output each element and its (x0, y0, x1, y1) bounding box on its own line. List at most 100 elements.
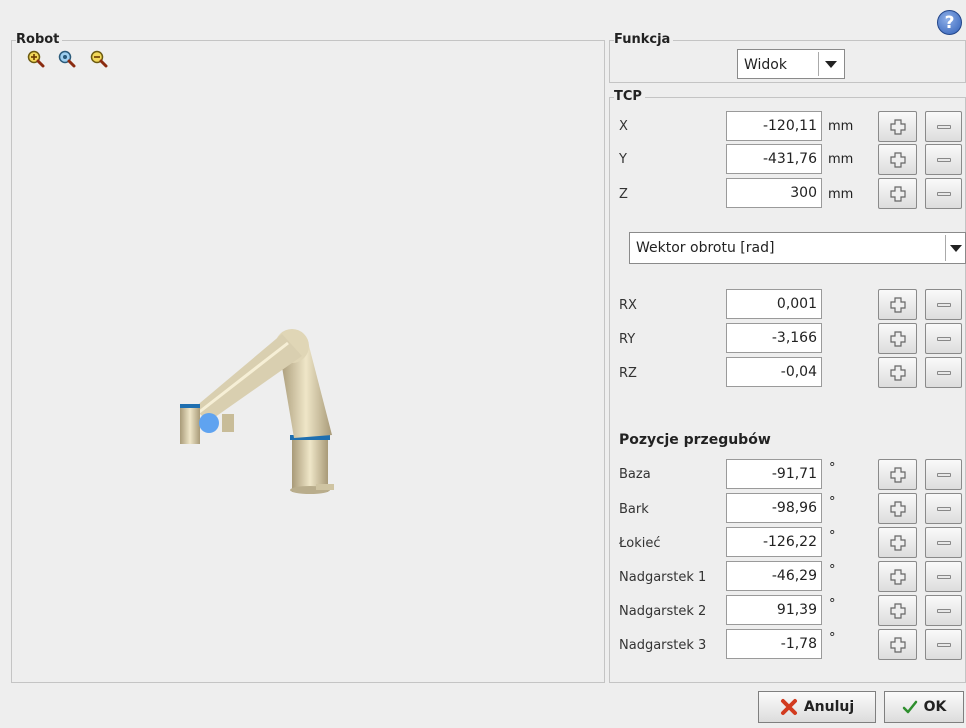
joint-wrist3-field[interactable]: -1,78 (726, 629, 822, 659)
rot-rx-label: RX (619, 298, 637, 313)
rot-ry-label: RY (619, 332, 636, 347)
plus-icon (889, 151, 906, 168)
joint-wrist2-plus-button[interactable] (878, 595, 917, 626)
tcp-x-unit: mm (828, 119, 854, 134)
cancel-x-icon (780, 699, 797, 715)
minus-icon (936, 642, 951, 647)
joint-wrist1-label: Nadgarstek 1 (619, 570, 707, 585)
tcp-y-field[interactable]: -431,76 (726, 144, 822, 174)
joint-base-unit: ° (829, 461, 836, 476)
minus-icon (936, 370, 951, 375)
minus-icon (936, 124, 951, 129)
joint-wrist1-unit: ° (829, 563, 836, 578)
ok-button[interactable]: OK (884, 691, 964, 723)
joint-elbow-label: Łokieć (619, 536, 661, 551)
robot-model (180, 329, 334, 494)
plus-icon (889, 118, 906, 135)
cancel-label: Anuluj (803, 699, 855, 715)
view-mode-value: Widok (744, 57, 787, 73)
joint-shoulder-minus-button[interactable] (925, 493, 962, 524)
help-button[interactable]: ? (937, 10, 962, 35)
joint-wrist3-minus-button[interactable] (925, 629, 962, 660)
funkcja-panel-title: Funkcja (614, 32, 674, 48)
joint-wrist3-unit: ° (829, 631, 836, 646)
joint-wrist2-field[interactable]: 91,39 (726, 595, 822, 625)
joint-shoulder-unit: ° (829, 495, 836, 510)
rot-rz-field[interactable]: -0,04 (726, 357, 822, 387)
minus-icon (936, 472, 951, 477)
joint-wrist1-field[interactable]: -46,29 (726, 561, 822, 591)
tcp-x-plus-button[interactable] (878, 111, 917, 142)
minus-icon (936, 540, 951, 545)
joint-shoulder-field[interactable]: -98,96 (726, 493, 822, 523)
joint-elbow-minus-button[interactable] (925, 527, 962, 558)
joint-wrist1-minus-button[interactable] (925, 561, 962, 592)
joints-heading: Pozycje przegubów (619, 432, 771, 448)
minus-icon (936, 574, 951, 579)
rotation-type-value: Wektor obrotu [rad] (636, 240, 775, 256)
help-icon: ? (944, 12, 955, 33)
robot-3d-view[interactable] (12, 70, 604, 682)
minus-icon (936, 506, 951, 511)
tcp-z-label: Z (619, 187, 628, 202)
minus-icon (936, 608, 951, 613)
joint-elbow-unit: ° (829, 529, 836, 544)
zoom-in-icon[interactable] (27, 50, 45, 68)
tcp-z-plus-button[interactable] (878, 178, 917, 209)
joint-wrist2-label: Nadgarstek 2 (619, 604, 707, 619)
tcp-x-label: X (619, 119, 628, 134)
joint-base-plus-button[interactable] (878, 459, 917, 490)
plus-icon (889, 636, 906, 653)
joint-base-minus-button[interactable] (925, 459, 962, 490)
tcp-y-minus-button[interactable] (925, 144, 962, 175)
joint-base-label: Baza (619, 467, 651, 482)
rot-rx-field[interactable]: 0,001 (726, 289, 822, 319)
plus-icon (889, 330, 906, 347)
joint-wrist1-plus-button[interactable] (878, 561, 917, 592)
joint-wrist2-minus-button[interactable] (925, 595, 962, 626)
view-mode-dropdown[interactable]: Widok (737, 49, 845, 79)
minus-icon (936, 191, 951, 196)
plus-icon (889, 500, 906, 517)
tcp-y-plus-button[interactable] (878, 144, 917, 175)
rot-rz-label: RZ (619, 366, 637, 381)
zoom-reset-icon[interactable] (58, 50, 76, 68)
tcp-z-field[interactable]: 300 (726, 178, 822, 208)
joint-shoulder-label: Bark (619, 502, 649, 517)
ok-label: OK (923, 699, 947, 715)
plus-icon (889, 466, 906, 483)
plus-icon (889, 185, 906, 202)
zoom-out-icon[interactable] (90, 50, 108, 68)
tcp-panel-title: TCP (614, 89, 645, 105)
rot-rx-plus-button[interactable] (878, 289, 917, 320)
joint-wrist2-unit: ° (829, 597, 836, 612)
tcp-z-minus-button[interactable] (925, 178, 962, 209)
chevron-down-icon (945, 235, 965, 261)
joint-elbow-field[interactable]: -126,22 (726, 527, 822, 557)
joint-wrist3-plus-button[interactable] (878, 629, 917, 660)
rot-ry-minus-button[interactable] (925, 323, 962, 354)
chevron-down-icon (818, 52, 842, 76)
minus-icon (936, 336, 951, 341)
joint-base-field[interactable]: -91,71 (726, 459, 822, 489)
rot-rz-plus-button[interactable] (878, 357, 917, 388)
plus-icon (889, 296, 906, 313)
robot-panel-title: Robot (16, 32, 63, 48)
rot-ry-plus-button[interactable] (878, 323, 917, 354)
joint-elbow-plus-button[interactable] (878, 527, 917, 558)
rot-rz-minus-button[interactable] (925, 357, 962, 388)
tcp-x-field[interactable]: -120,11 (726, 111, 822, 141)
checkmark-icon (902, 700, 917, 714)
joint-wrist3-label: Nadgarstek 3 (619, 638, 707, 653)
cancel-button[interactable]: Anuluj (758, 691, 876, 723)
minus-icon (936, 157, 951, 162)
tcp-y-label: Y (619, 152, 627, 167)
joint-shoulder-plus-button[interactable] (878, 493, 917, 524)
rotation-type-dropdown[interactable]: Wektor obrotu [rad] (629, 232, 966, 264)
tcp-y-unit: mm (828, 152, 854, 167)
plus-icon (889, 602, 906, 619)
tcp-x-minus-button[interactable] (925, 111, 962, 142)
rot-ry-field[interactable]: -3,166 (726, 323, 822, 353)
tcp-z-unit: mm (828, 187, 854, 202)
rot-rx-minus-button[interactable] (925, 289, 962, 320)
